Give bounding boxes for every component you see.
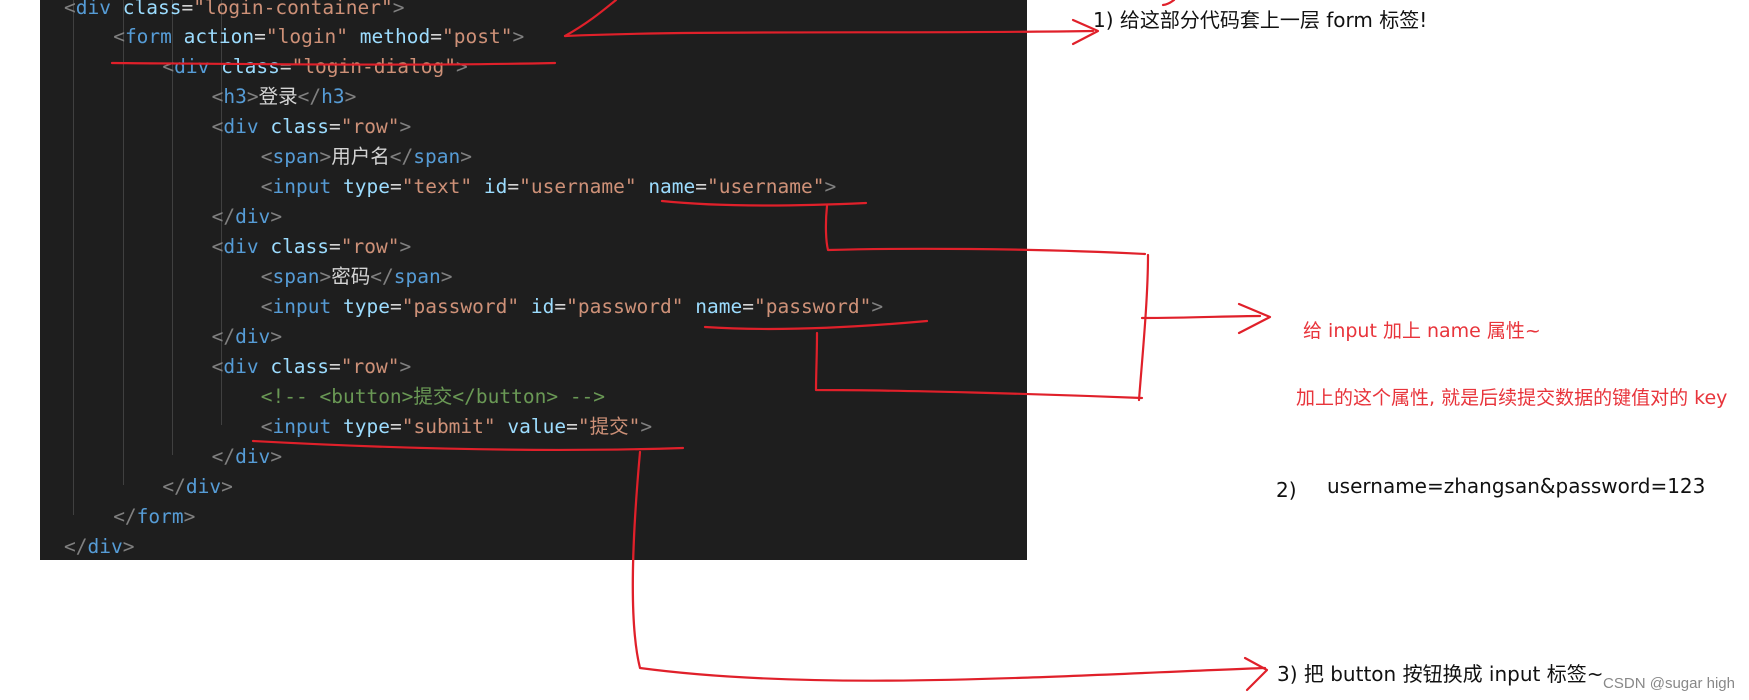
ink-dot xyxy=(1161,0,1176,7)
ink-underline-form xyxy=(110,61,557,66)
ink-stroke-top xyxy=(563,0,618,38)
ink-bracket xyxy=(1137,253,1150,402)
ink-underline-password-name xyxy=(703,319,929,331)
ink-arrowhead xyxy=(1243,656,1269,692)
ink-arrow-name-attr xyxy=(1140,314,1262,320)
ink-arrowhead xyxy=(1237,302,1272,335)
ink-connector-password xyxy=(814,331,1144,400)
ink-arrow-step1 xyxy=(563,29,1095,38)
ink-underline-submit xyxy=(251,439,685,452)
ink-underline-username-name xyxy=(660,199,868,207)
ink-connector-username xyxy=(824,204,1147,256)
ink-arrow-step3 xyxy=(631,450,1267,682)
ink-annotations xyxy=(110,0,1272,692)
